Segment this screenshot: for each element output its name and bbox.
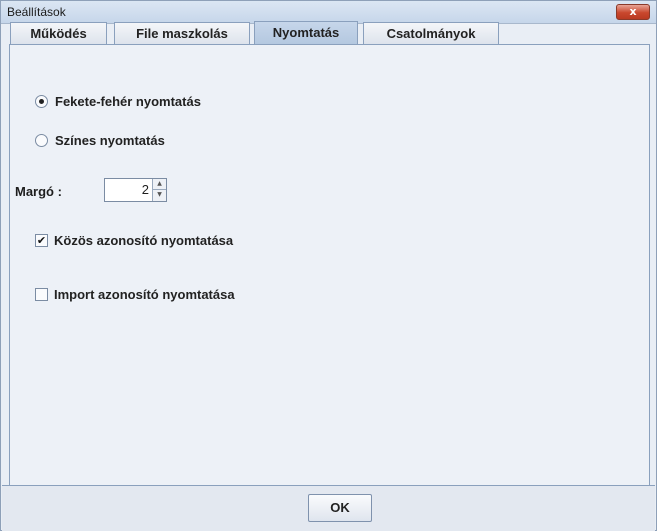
tab-label: Működés <box>30 26 87 41</box>
margin-spinner[interactable]: 2 ▲ ▼ <box>104 178 167 202</box>
tab-mukodes[interactable]: Működés <box>10 22 107 44</box>
bw-print-label: Fekete-fehér nyomtatás <box>55 93 201 109</box>
common-id-option[interactable]: ✔ Közös azonosító nyomtatása <box>35 231 233 249</box>
close-button[interactable]: x <box>616 4 650 20</box>
import-id-option[interactable]: Import azonosító nyomtatása <box>35 285 235 303</box>
close-icon: x <box>629 5 637 18</box>
import-id-label: Import azonosító nyomtatása <box>54 286 235 302</box>
radio-selected-icon[interactable] <box>35 94 48 108</box>
settings-dialog: Beállítások x Működés File maszkolás Nyo… <box>0 0 657 531</box>
tab-label: File maszkolás <box>136 26 228 41</box>
tab-file-maszkolas[interactable]: File maszkolás <box>114 22 250 44</box>
spin-down-arrow-icon[interactable]: ▼ <box>152 190 166 201</box>
window-title: Beállítások <box>7 5 66 19</box>
bw-print-option[interactable]: Fekete-fehér nyomtatás <box>35 92 201 110</box>
margin-value[interactable]: 2 <box>105 179 149 201</box>
margin-label: Margó : <box>15 184 62 199</box>
radio-unselected-icon[interactable] <box>35 133 48 147</box>
ok-button[interactable]: OK <box>308 494 372 522</box>
color-print-option[interactable]: Színes nyomtatás <box>35 131 165 149</box>
tab-label: Nyomtatás <box>272 25 340 40</box>
spin-up-arrow-icon[interactable]: ▲ <box>152 179 166 190</box>
tab-csatolmanyok[interactable]: Csatolmányok <box>363 22 499 44</box>
checkbox-checked-icon[interactable]: ✔ <box>35 233 48 247</box>
color-print-label: Színes nyomtatás <box>55 132 165 148</box>
checkbox-unchecked-icon[interactable] <box>35 287 48 301</box>
button-bar: OK <box>2 485 655 531</box>
common-id-label: Közös azonosító nyomtatása <box>54 232 234 248</box>
tab-nyomtatas[interactable]: Nyomtatás <box>254 21 358 44</box>
tab-label: Csatolmányok <box>386 26 476 41</box>
print-settings-panel <box>9 45 650 485</box>
